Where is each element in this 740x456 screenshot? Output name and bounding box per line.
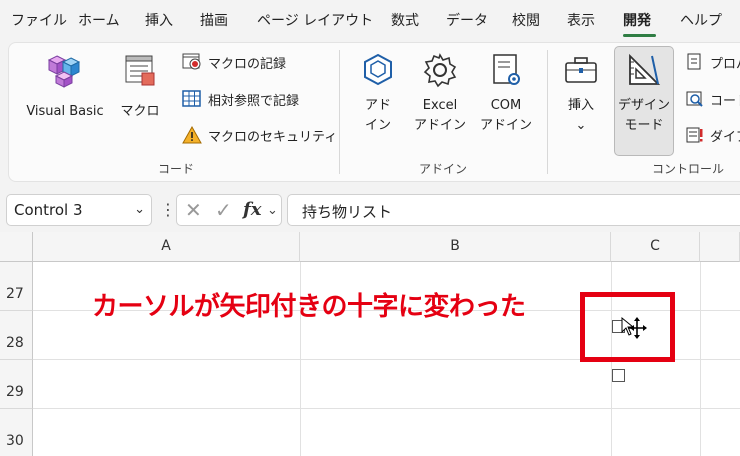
macro-security-label: マクロのセキュリティ [208, 129, 338, 145]
tab-page-layout[interactable]: ページ レイアウト [257, 10, 373, 30]
tab-view[interactable]: 表示 [567, 10, 595, 30]
properties-label: プロパ [710, 56, 740, 72]
formula-text: 持ち物リスト [302, 203, 393, 221]
insert-function-icon[interactable]: fx [243, 199, 261, 220]
checkbox-control[interactable] [612, 369, 625, 382]
macro-label: マクロ [120, 104, 160, 119]
tab-developer[interactable]: 開発 [623, 10, 651, 30]
tab-review[interactable]: 校閲 [512, 10, 540, 30]
formula-bar: Control 3 ⌄ ⋮ ✕ ✓ fx ⌄ 持ち物リスト [0, 188, 740, 232]
visual-basic-button[interactable]: Visual Basic [20, 52, 110, 122]
visual-basic-icon [20, 52, 110, 92]
design-mode-button[interactable]: デザイン モード [614, 52, 674, 136]
tab-help[interactable]: ヘルプ [680, 10, 722, 30]
name-box-value: Control 3 [14, 201, 83, 219]
chevron-down-icon[interactable]: ⌄ [267, 203, 278, 218]
table-grid-icon [182, 90, 202, 108]
addin-group-label: アドイン [419, 162, 468, 176]
chevron-down-icon: ⌄ [575, 118, 587, 133]
com-addin-icon [476, 52, 536, 92]
relative-reference-label: 相対参照で記録 [208, 93, 300, 109]
hexagon-addin-icon [355, 52, 401, 92]
warning-icon [182, 126, 202, 144]
excel-addins-button[interactable]: Excel アドイン [410, 52, 470, 136]
insert-control-button[interactable]: 挿入 ⌄ [558, 52, 604, 136]
cancel-icon[interactable]: ✕ [185, 198, 202, 222]
column-header-a[interactable]: A [33, 232, 300, 262]
view-code-label: コード [710, 93, 740, 109]
design-mode-label: デザイン モード [617, 98, 670, 133]
tab-home[interactable]: ホーム [78, 10, 120, 30]
annotation-text: カーソルが矢印付きの十字に変わった [92, 292, 526, 322]
com-addins-button[interactable]: COM アドイン [476, 52, 536, 136]
visual-basic-label: Visual Basic [26, 104, 104, 119]
toolbox-icon [558, 52, 604, 92]
tab-insert[interactable]: 挿入 [145, 10, 173, 30]
ruler-triangle-icon [614, 52, 674, 92]
formula-input[interactable]: 持ち物リスト [287, 194, 740, 226]
tab-file[interactable]: ファイル [11, 10, 67, 30]
properties-button[interactable]: プロパ [686, 51, 740, 73]
excel-addins-label: Excel アドイン [413, 98, 466, 133]
chevron-down-icon[interactable]: ⌄ [134, 202, 145, 217]
insert-control-label: 挿入 [567, 98, 594, 113]
confirm-check-icon[interactable]: ✓ [215, 198, 232, 222]
more-options-icon[interactable]: ⋮ [160, 200, 176, 219]
code-group-label: コード [158, 162, 195, 176]
gear-icon [410, 52, 470, 92]
column-gridline [700, 262, 701, 456]
view-code-button[interactable]: コード [686, 88, 740, 110]
name-box[interactable]: Control 3 ⌄ [6, 194, 152, 226]
macro-security-button[interactable]: マクロのセキュリティ [182, 124, 337, 146]
column-header-d[interactable] [700, 232, 740, 262]
row-gridline [33, 408, 740, 409]
properties-icon [686, 53, 704, 71]
run-dialog-button[interactable]: ダイア [686, 124, 740, 146]
macro-button[interactable]: マクロ [115, 52, 165, 122]
column-header-b[interactable]: B [300, 232, 611, 262]
addins-button[interactable]: アド イン [355, 52, 401, 136]
move-cursor-icon [620, 316, 648, 344]
row-header-27[interactable]: 27 [0, 262, 33, 311]
addins-label: アド イン [364, 98, 391, 133]
row-header-30[interactable]: 30 [0, 409, 33, 456]
group-divider [339, 50, 340, 174]
group-divider [547, 50, 548, 174]
view-code-icon [686, 90, 704, 108]
formula-buttons: ✕ ✓ fx ⌄ [176, 194, 282, 226]
controls-group-label: コントロール [652, 162, 725, 176]
menu-tab-bar: ファイル ホーム 挿入 描画 ページ レイアウト 数式 データ 校閲 表示 開発… [0, 0, 740, 42]
record-macro-button[interactable]: マクロの記録 [182, 51, 286, 73]
tab-formulas[interactable]: 数式 [391, 10, 419, 30]
record-macro-label: マクロの記録 [208, 56, 287, 72]
com-addins-label: COM アドイン [479, 98, 532, 133]
column-header-c[interactable]: C [611, 232, 700, 262]
dialog-icon [686, 126, 704, 144]
relative-reference-button[interactable]: 相対参照で記録 [182, 88, 299, 110]
run-dialog-label: ダイア [710, 129, 740, 145]
tab-data[interactable]: データ [446, 10, 488, 30]
macro-icon [115, 52, 165, 92]
select-all-corner[interactable] [0, 232, 33, 262]
record-icon [182, 53, 202, 71]
row-header-29[interactable]: 29 [0, 360, 33, 409]
row-header-28[interactable]: 28 [0, 311, 33, 360]
tab-draw[interactable]: 描画 [200, 10, 228, 30]
active-tab-indicator [623, 34, 656, 37]
